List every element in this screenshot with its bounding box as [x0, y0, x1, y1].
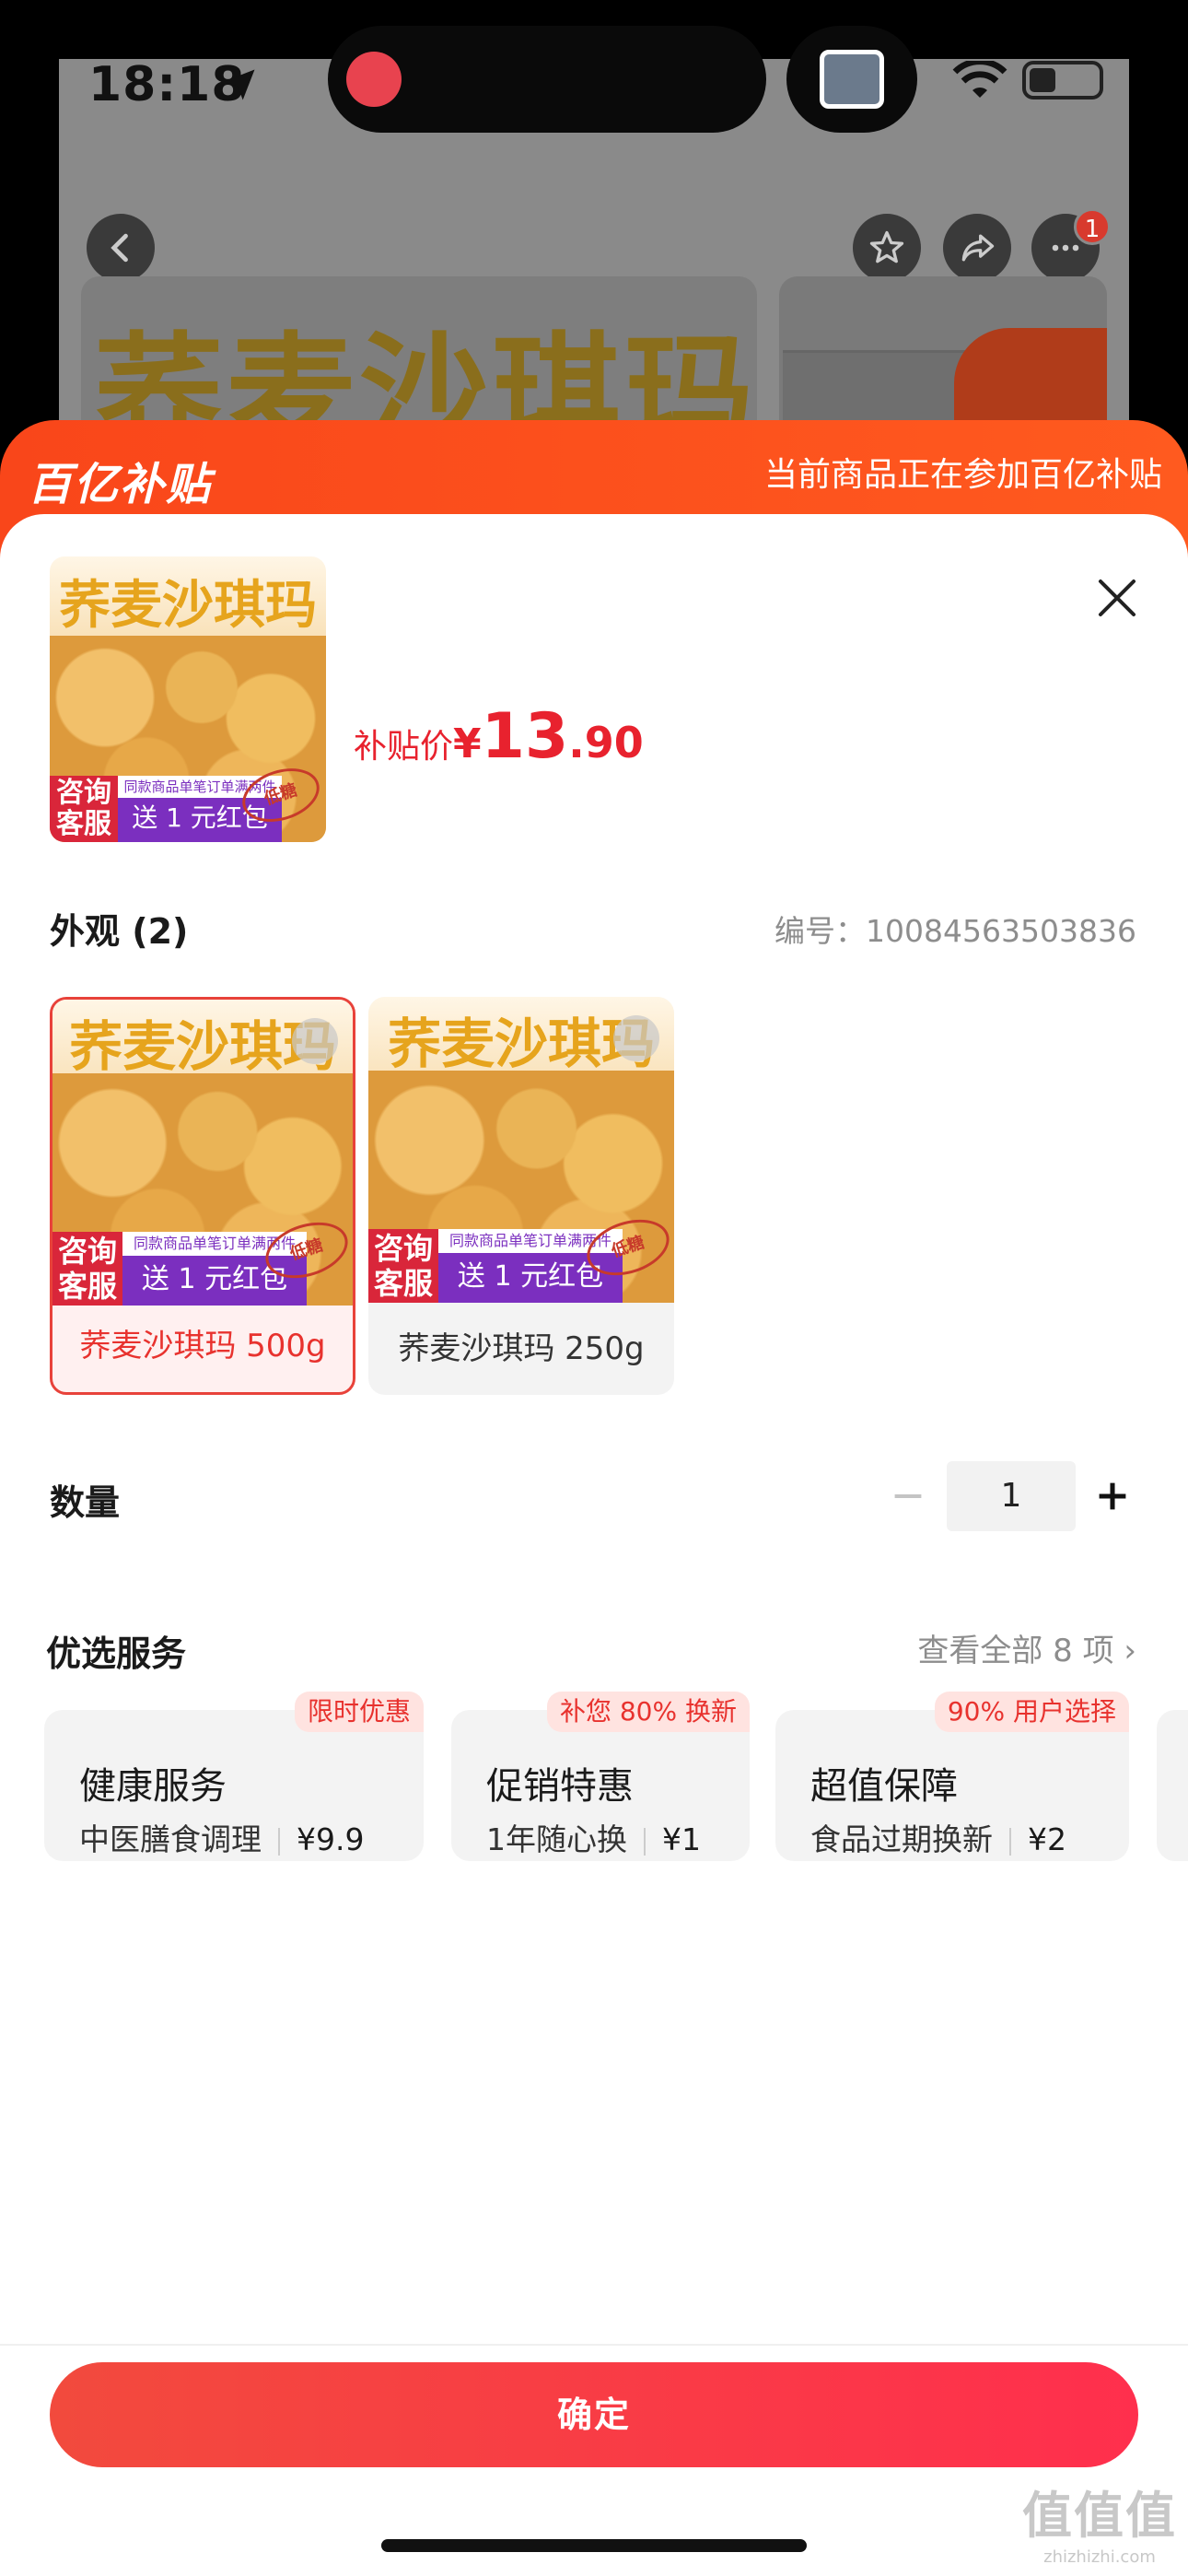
product-image-title: 荞麦沙琪玛 [59, 576, 317, 636]
service-desc: 1年随心换 ¥1 [486, 1815, 701, 1859]
home-indicator[interactable] [381, 2539, 807, 2552]
promo-text: 送 1 元红包 [141, 1263, 288, 1295]
quantity-title: 数量 [50, 1482, 121, 1523]
variant-label: 荞麦沙琪玛 250g [398, 1330, 645, 1367]
minus-icon[interactable] [891, 1476, 925, 1516]
service-desc-text: 食品过期换新 [810, 1821, 993, 1857]
divider [278, 1827, 280, 1856]
zoom-icon[interactable] [292, 1018, 338, 1064]
notification-badge: 1 [1074, 208, 1111, 245]
services-title: 优选服务 [46, 1633, 187, 1674]
price-decimal: .90 [568, 718, 644, 767]
subsidy-note: 当前商品正在参加百亿补贴 [763, 456, 1162, 494]
chevron-left-icon [111, 233, 128, 263]
music-app-icon [346, 52, 402, 107]
service-price: ¥9.9 [297, 1821, 365, 1857]
dynamic-island [328, 26, 766, 133]
see-all-label: 查看全部 8 项 [917, 1633, 1114, 1669]
see-all-services-link[interactable]: 查看全部 8 项 › [917, 1625, 1136, 1670]
share-icon [961, 234, 995, 262]
service-tag: 90% 用户选择 [934, 1692, 1129, 1732]
watermark-main: 值值值 [1022, 2487, 1177, 2545]
service-name: 健康服务 [79, 1765, 227, 1808]
share-button[interactable] [943, 214, 1011, 282]
variant-image: 荞麦沙琪玛 咨询客服 同款商品单笔订单满两件送 1 元红包 低糖 [52, 1000, 353, 1306]
sku-code: 编号：10084563503836 [775, 907, 1136, 951]
service-desc: 食品过期换新 ¥2 [810, 1815, 1066, 1859]
service-card-health[interactable]: 限时优惠 健康服务 中医膳食调理 ¥9.9 [44, 1692, 424, 1861]
variant-label: 荞麦沙琪玛 500g [79, 1328, 326, 1364]
favorite-button[interactable] [853, 214, 921, 282]
close-icon[interactable] [1092, 573, 1142, 623]
wifi-icon [952, 61, 1007, 98]
sku-code-label: 编号： [775, 913, 867, 949]
sku-code-value: 10084563503836 [866, 913, 1136, 949]
service-desc: 中医膳食调理 ¥9.9 [79, 1815, 364, 1859]
footer-divider [0, 2344, 1188, 2346]
confirm-button[interactable]: 确定 [50, 2362, 1138, 2467]
back-button[interactable] [87, 214, 155, 282]
service-card-more[interactable] [1157, 1710, 1188, 1861]
promo-text: 送 1 元红包 [457, 1260, 604, 1293]
subsidy-logo: 百亿补贴 [28, 459, 213, 510]
variant-option-500g[interactable]: 荞麦沙琪玛 咨询客服 同款商品单笔订单满两件送 1 元红包 低糖 荞麦沙琪玛 5… [50, 997, 355, 1395]
service-price: ¥2 [1028, 1821, 1066, 1857]
battery-icon [1022, 61, 1103, 100]
service-name: 超值保障 [810, 1765, 958, 1808]
variant-image: 荞麦沙琪玛 咨询客服 同款商品单笔订单满两件送 1 元红包 低糖 [368, 997, 674, 1303]
price-label: 补贴价 [354, 728, 454, 766]
price-integer: 13 [481, 700, 569, 773]
location-arrow-icon [224, 69, 255, 100]
appearance-title: 外观 (2) [50, 911, 189, 952]
watermark: 值值值 zhizhizhi.com [1022, 2475, 1177, 2567]
avatar [820, 50, 884, 109]
customer-service-tag: 咨询客服 [50, 776, 118, 842]
service-price: ¥1 [662, 1821, 701, 1857]
service-desc-text: 1年随心换 [486, 1821, 627, 1857]
customer-service-tag: 咨询客服 [368, 1229, 438, 1303]
quantity-input[interactable]: 1 [947, 1461, 1076, 1531]
chevron-right-icon: › [1124, 1633, 1136, 1669]
subsidy-price: 补贴价¥13.90 [354, 700, 644, 773]
plus-icon[interactable] [1096, 1480, 1129, 1513]
divider [644, 1827, 646, 1856]
customer-service-tag: 咨询客服 [52, 1232, 122, 1306]
service-desc-text: 中医膳食调理 [79, 1821, 262, 1857]
product-thumbnail[interactable]: 荞麦沙琪玛 咨询客服 同款商品单笔订单满两件送 1 元红包 低糖 [50, 556, 326, 842]
variant-option-250g[interactable]: 荞麦沙琪玛 咨询客服 同款商品单笔订单满两件送 1 元红包 低糖 荞麦沙琪玛 2… [368, 997, 674, 1395]
dynamic-island-activity [786, 26, 917, 133]
service-tag: 补您 80% 换新 [546, 1692, 750, 1732]
service-tag: 限时优惠 [294, 1692, 424, 1732]
service-card-guarantee[interactable]: 90% 用户选择 超值保障 食品过期换新 ¥2 [775, 1692, 1129, 1861]
divider [1009, 1827, 1011, 1856]
service-name: 促销特惠 [486, 1765, 634, 1808]
watermark-sub: zhizhizhi.com [1043, 2547, 1156, 2567]
price-currency: ¥ [453, 720, 482, 767]
service-card-promo[interactable]: 补您 80% 换新 促销特惠 1年随心换 ¥1 [451, 1692, 750, 1861]
star-icon [869, 230, 904, 263]
zoom-icon[interactable] [613, 1015, 659, 1061]
